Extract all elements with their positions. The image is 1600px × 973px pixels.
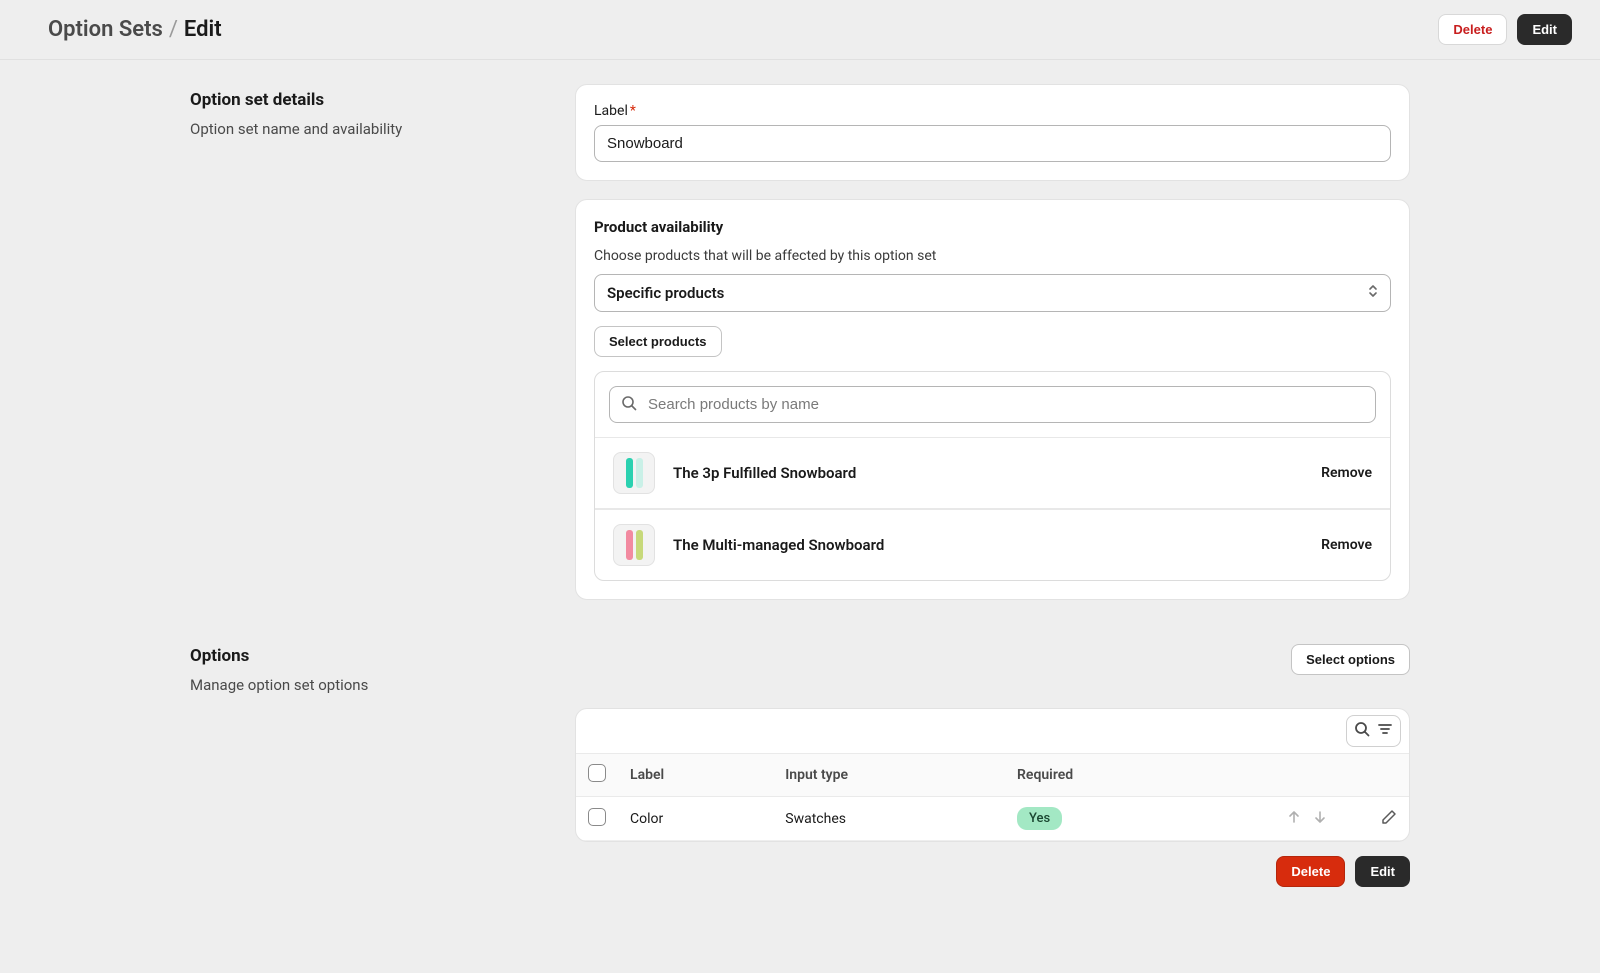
- availability-heading: Product availability: [594, 218, 1391, 236]
- option-row: Color Swatches Yes: [576, 797, 1409, 841]
- product-row: The 3p Fulfilled Snowboard Remove: [595, 437, 1390, 508]
- product-search-input[interactable]: [609, 386, 1376, 423]
- product-row: The Multi-managed Snowboard Remove: [595, 509, 1390, 580]
- row-label: Color: [618, 797, 773, 841]
- options-heading: Options: [190, 646, 545, 666]
- search-icon: [621, 395, 637, 415]
- col-input-type: Input type: [773, 754, 1005, 797]
- availability-help: Choose products that will be affected by…: [594, 248, 1391, 264]
- edit-button-top[interactable]: Edit: [1517, 14, 1572, 45]
- select-options-button[interactable]: Select options: [1291, 644, 1410, 675]
- breadcrumb: Option Sets / Edit: [48, 17, 222, 42]
- breadcrumb-parent[interactable]: Option Sets: [48, 17, 163, 42]
- required-badge: Yes: [1017, 807, 1062, 830]
- move-up-icon[interactable]: [1287, 810, 1301, 828]
- remove-product-button[interactable]: Remove: [1321, 537, 1372, 553]
- edit-row-icon[interactable]: [1381, 809, 1397, 829]
- breadcrumb-current: Edit: [184, 17, 222, 42]
- row-checkbox[interactable]: [588, 808, 606, 826]
- col-label: Label: [618, 754, 773, 797]
- delete-button-top[interactable]: Delete: [1438, 14, 1507, 45]
- details-heading: Option set details: [190, 90, 545, 110]
- delete-button-bottom[interactable]: Delete: [1276, 856, 1345, 887]
- product-name: The Multi-managed Snowboard: [673, 536, 1321, 554]
- breadcrumb-separator: /: [169, 17, 178, 42]
- col-required: Required: [1005, 754, 1219, 797]
- search-icon[interactable]: [1354, 721, 1370, 741]
- details-subtext: Option set name and availability: [190, 120, 545, 138]
- label-input[interactable]: [594, 125, 1391, 162]
- required-star: *: [630, 103, 636, 119]
- availability-scope-select[interactable]: Specific products: [594, 274, 1391, 312]
- row-input-type: Swatches: [773, 797, 1005, 841]
- label-field-label: Label*: [594, 103, 1391, 119]
- select-all-checkbox[interactable]: [588, 764, 606, 782]
- select-products-button[interactable]: Select products: [594, 326, 722, 357]
- product-thumb: [613, 452, 655, 494]
- product-name: The 3p Fulfilled Snowboard: [673, 464, 1321, 482]
- filter-icon[interactable]: [1377, 721, 1393, 741]
- options-subtext: Manage option set options: [190, 676, 545, 694]
- remove-product-button[interactable]: Remove: [1321, 465, 1372, 481]
- move-down-icon[interactable]: [1313, 810, 1327, 828]
- product-thumb: [613, 524, 655, 566]
- edit-button-bottom[interactable]: Edit: [1355, 856, 1410, 887]
